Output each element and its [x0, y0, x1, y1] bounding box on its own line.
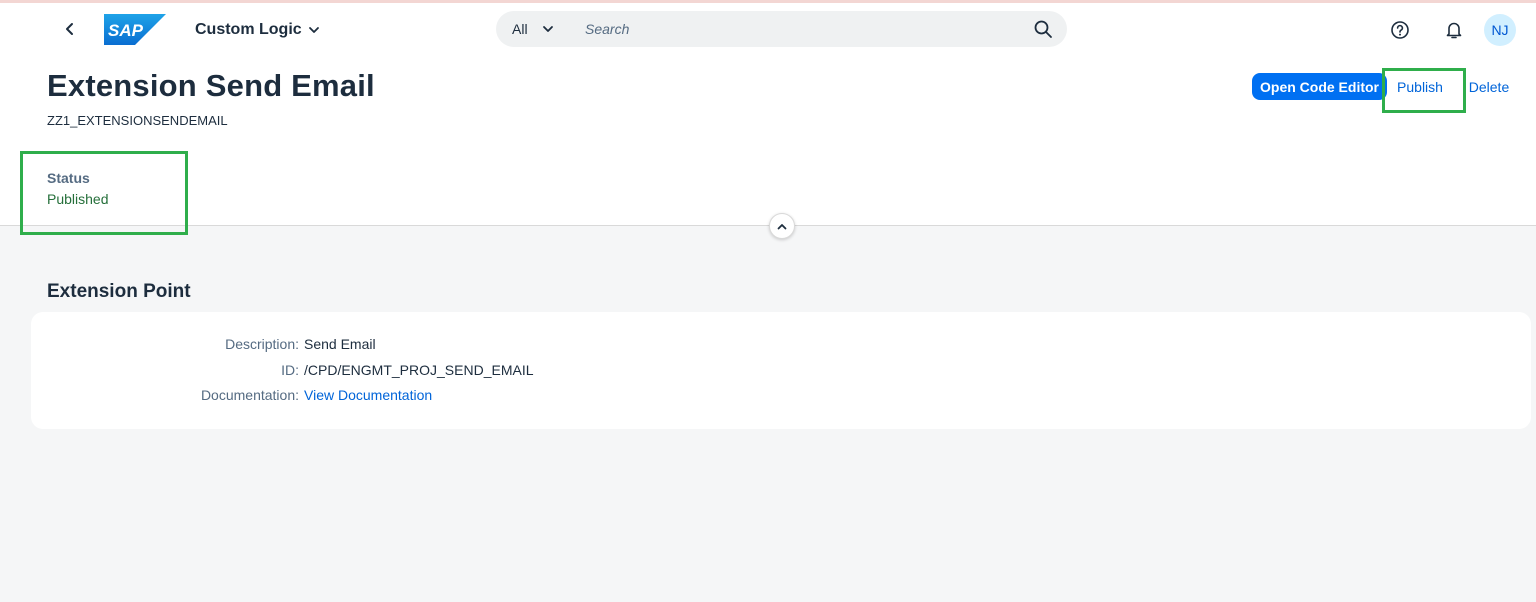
- page-title: Extension Send Email: [47, 68, 375, 103]
- bell-icon: [1446, 22, 1462, 39]
- status-label: Status: [47, 170, 90, 186]
- user-avatar[interactable]: NJ: [1484, 14, 1516, 46]
- chevron-down-icon: [542, 26, 553, 32]
- view-documentation-link[interactable]: View Documentation: [304, 387, 432, 403]
- status-value: Published: [47, 191, 109, 207]
- search-bar: All: [496, 11, 1067, 47]
- sap-logo[interactable]: SAP: [104, 14, 166, 45]
- object-page-header: Extension Send Email ZZ1_EXTENSIONSENDEM…: [0, 58, 1536, 239]
- app-title: Custom Logic: [195, 21, 302, 38]
- id-value: /CPD/ENGMT_PROJ_SEND_EMAIL: [304, 362, 534, 378]
- chevron-left-icon: [66, 23, 73, 35]
- publish-button[interactable]: Publish: [1391, 73, 1449, 100]
- chevron-down-icon: [308, 27, 319, 33]
- extension-point-card: Description: Send Email ID: /CPD/ENGMT_P…: [31, 312, 1531, 429]
- shell-bar: SAP Custom Logic All NJ: [0, 3, 1536, 58]
- page-subtitle: ZZ1_EXTENSIONSENDEMAIL: [47, 113, 228, 128]
- section-title: Extension Point: [47, 281, 191, 302]
- help-button[interactable]: [1389, 19, 1411, 41]
- description-value: Send Email: [304, 336, 376, 352]
- chevron-up-icon: [777, 223, 787, 229]
- documentation-label: Documentation:: [200, 387, 299, 403]
- back-button[interactable]: [56, 15, 84, 43]
- open-code-editor-button[interactable]: Open Code Editor: [1252, 73, 1387, 100]
- delete-button[interactable]: Delete: [1464, 73, 1514, 100]
- collapse-header-button[interactable]: [769, 213, 795, 239]
- app-title-menu[interactable]: Custom Logic: [195, 18, 320, 42]
- description-label: Description:: [225, 336, 299, 352]
- search-icon[interactable]: [1033, 19, 1053, 39]
- help-icon: [1391, 21, 1409, 39]
- search-scope-label: All: [512, 21, 528, 37]
- search-input[interactable]: [585, 14, 1015, 44]
- id-label: ID:: [281, 362, 299, 378]
- svg-text:SAP: SAP: [108, 21, 144, 40]
- notifications-button[interactable]: [1443, 19, 1465, 41]
- search-scope-select[interactable]: All: [496, 21, 574, 37]
